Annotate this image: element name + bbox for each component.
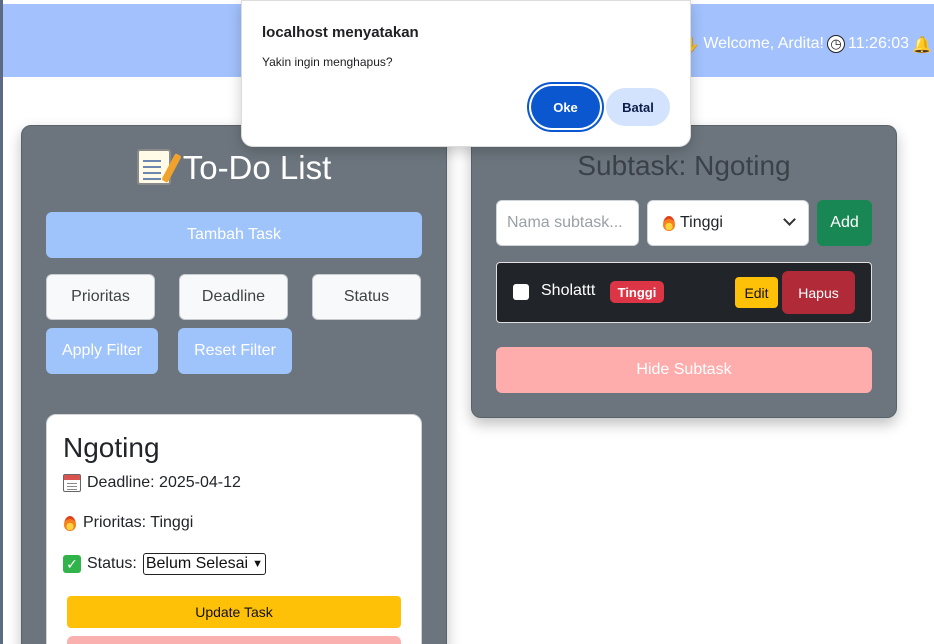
update-task-button[interactable]: Update Task [67,596,401,628]
dialog-title: localhost menyatakan [262,24,419,41]
priority-badge: Tinggi [610,281,664,303]
dialog-message: Yakin ingin menghapus? [262,55,393,69]
task-status-label: Status: [87,555,137,572]
reset-filter-button[interactable]: Reset Filter [178,328,292,374]
chevron-down-icon: ▼ [252,558,263,570]
task-deadline: Deadline: 2025-04-12 [63,474,241,492]
filter-status-button[interactable]: Status [312,274,421,320]
ok-button[interactable]: Oke [531,86,600,128]
apply-filter-button[interactable]: Apply Filter [46,328,158,374]
task-deadline-text: Deadline: 2025-04-12 [87,474,241,491]
calendar-icon [63,474,81,492]
cancel-button[interactable]: Batal [606,88,670,126]
add-subtask-button[interactable]: Add [817,200,872,246]
subtask-name: Sholattt [541,282,596,299]
clock-icon: ◷ [826,35,845,53]
task-priority: Prioritas: Tinggi [63,514,193,532]
filter-priority-button[interactable]: Prioritas [46,274,155,320]
chevron-down-icon [783,213,796,226]
delete-task-button[interactable] [67,636,401,644]
fire-icon [662,214,676,232]
task-priority-text: Prioritas: Tinggi [83,514,194,531]
hide-subtask-button[interactable]: Hide Subtask [496,347,872,393]
subtask-name-input[interactable]: Nama subtask... [496,200,639,246]
edit-subtask-button[interactable]: Edit [735,277,778,308]
todo-title: To-Do List [0,146,468,190]
memo-icon [136,149,171,185]
subtask-priority-select[interactable]: Tinggi [647,200,809,246]
filter-deadline-button[interactable]: Deadline [179,274,288,320]
clock-time: 11:26:03 [847,35,910,52]
subtask-checkbox[interactable] [513,284,529,300]
page-edge [0,0,3,644]
status-select[interactable]: Belum Selesai ▼ [142,553,266,575]
welcome-text: Welcome, Ardita! [703,35,824,52]
user-info: ✋ Welcome, Ardita! ◷ 11:26:03 🔔 [680,33,932,55]
subtask-priority-value: Tinggi [680,214,723,231]
delete-subtask-button[interactable]: Hapus [782,271,855,314]
task-title: Ngoting [63,432,160,463]
check-mark-icon: ✓ [63,555,81,573]
bell-icon[interactable]: 🔔 [912,35,932,54]
fire-icon [63,514,77,532]
add-task-button[interactable]: Tambah Task [46,212,422,258]
status-select-value: Belum Selesai [145,555,249,572]
task-status: ✓ Status: Belum Selesai ▼ [63,553,266,575]
subtask-title: Subtask: Ngoting [577,150,791,181]
